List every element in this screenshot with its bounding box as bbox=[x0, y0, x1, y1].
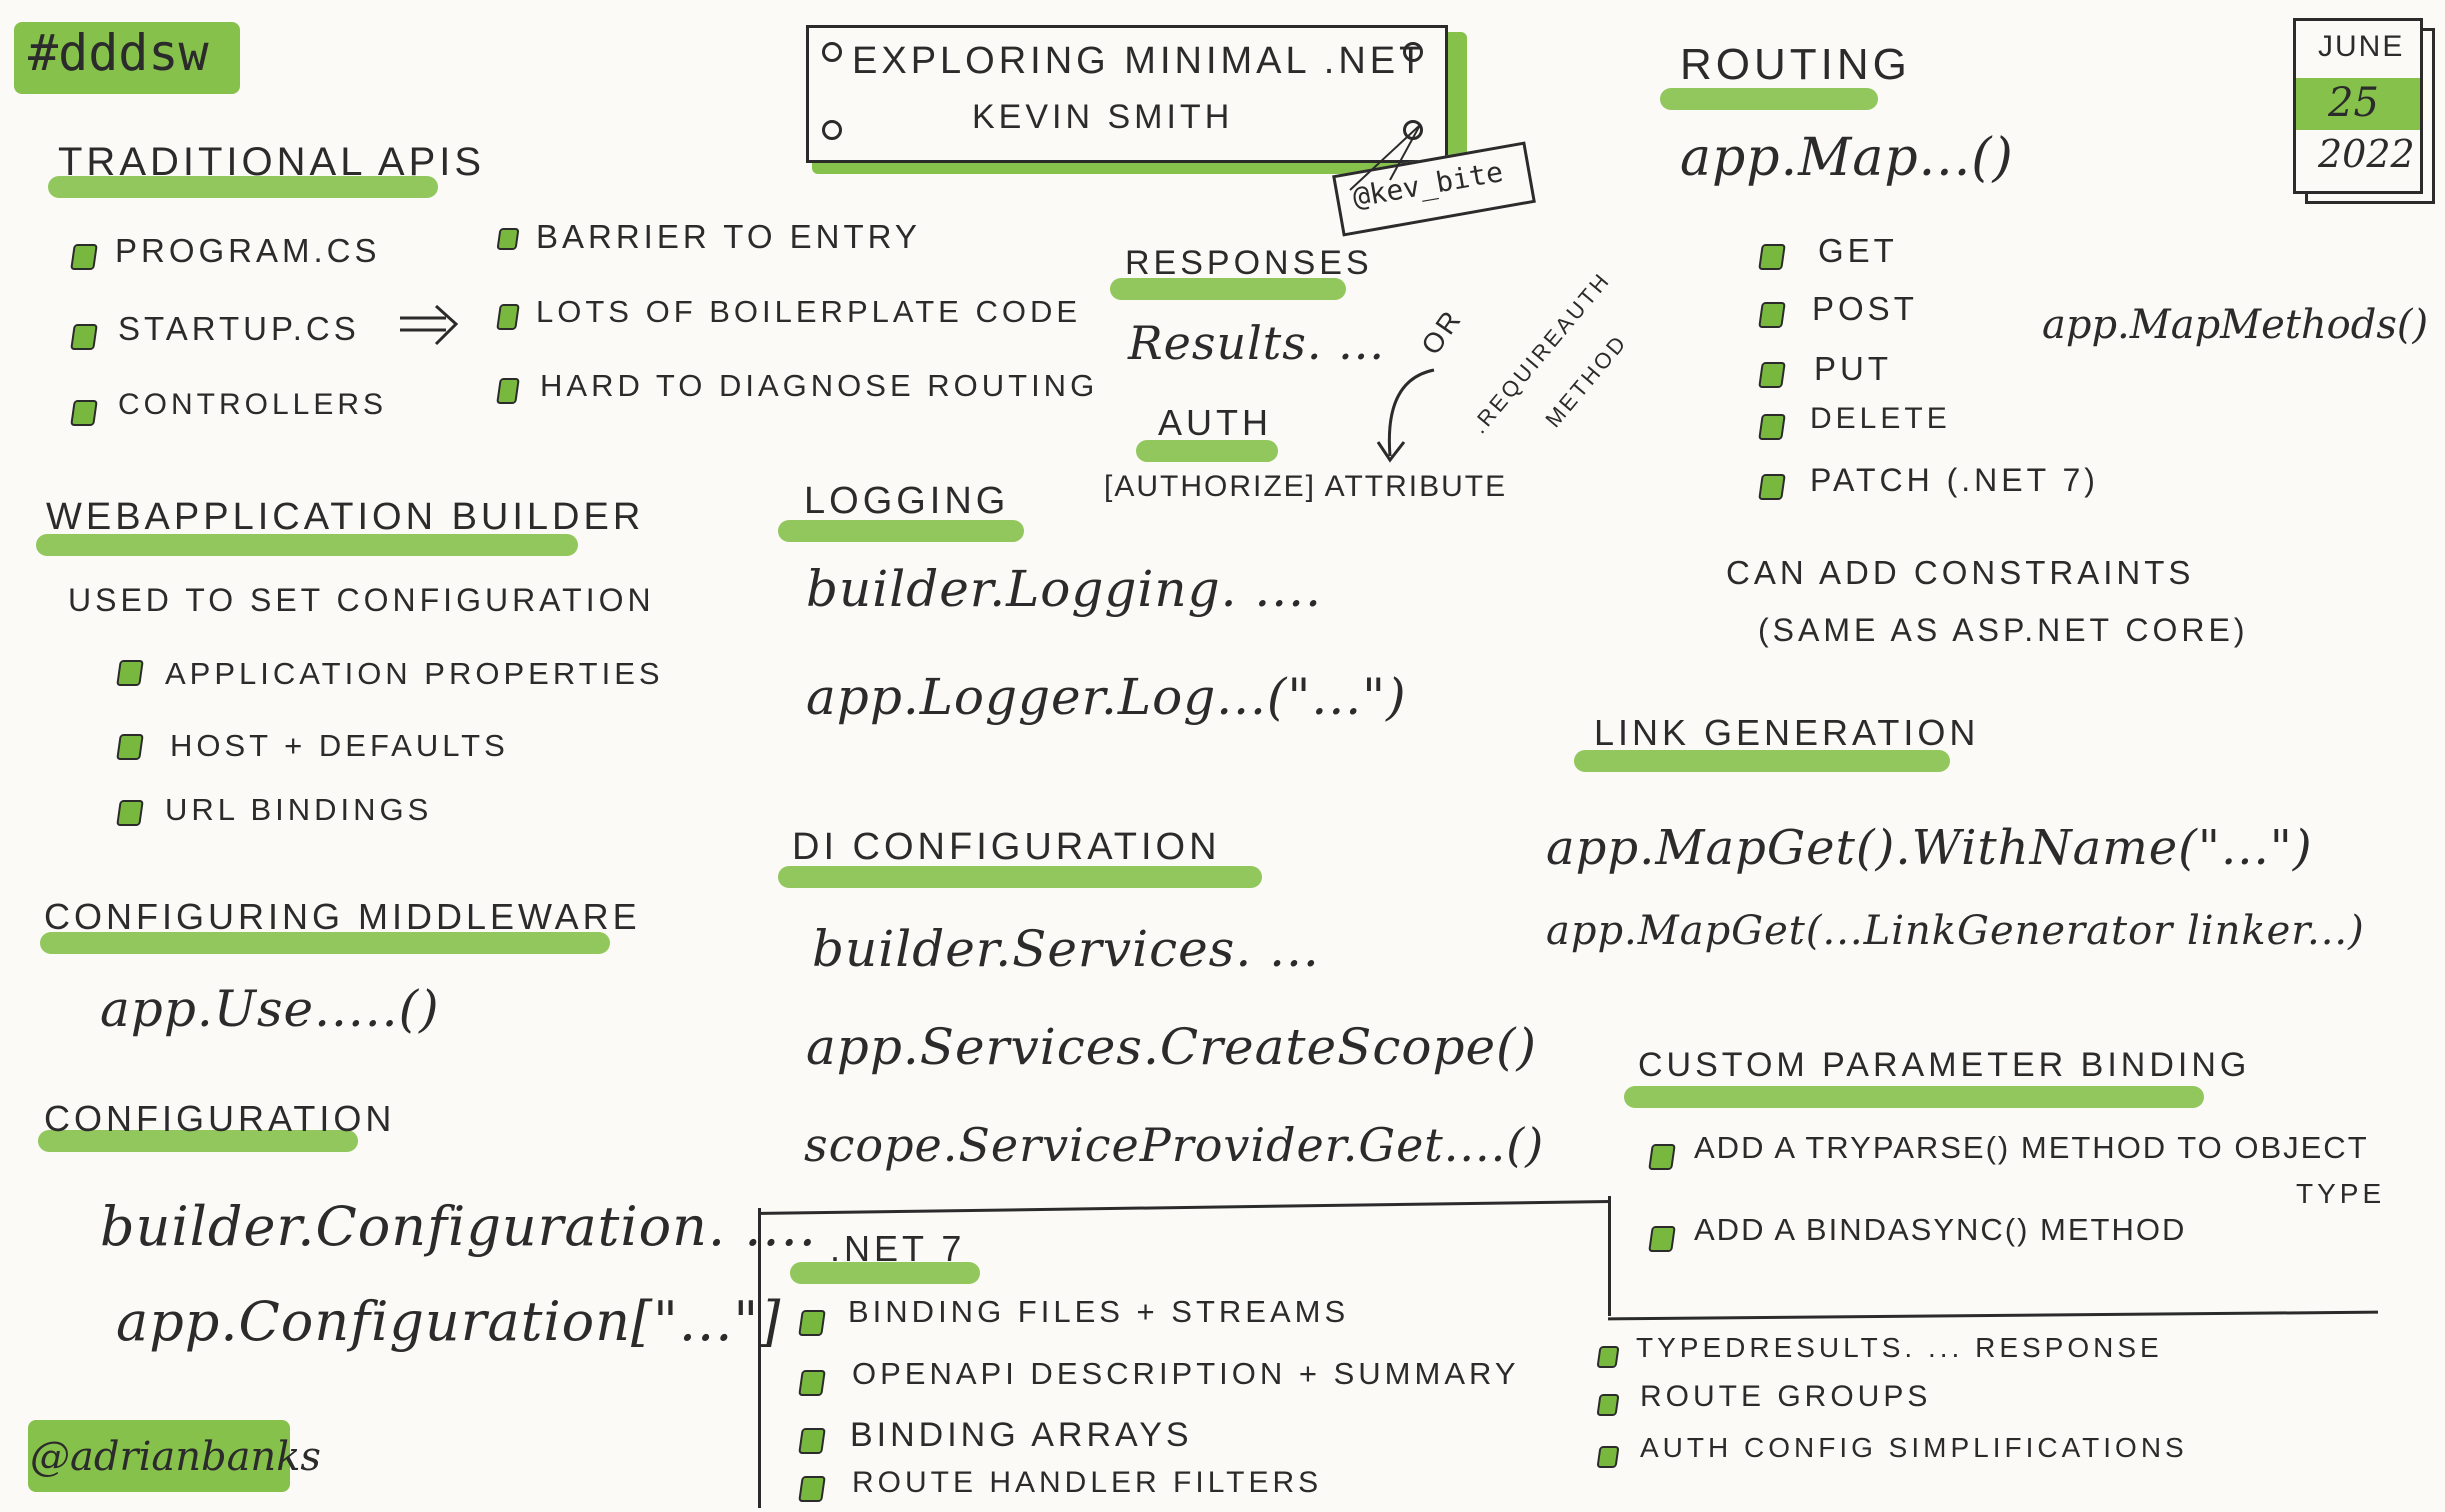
link-code: app.MapGet().WithName("...") bbox=[1546, 820, 2313, 876]
logging-code: app.Logger.Log...("...") bbox=[806, 668, 1407, 726]
configuration-code: builder.Configuration. .... bbox=[100, 1195, 817, 1258]
net7-item: Route groups bbox=[1640, 1380, 1932, 1413]
calendar-year: 2022 bbox=[2318, 132, 2415, 176]
routing-note: Can add constraints bbox=[1726, 554, 2195, 591]
bullet-icon bbox=[798, 1428, 826, 1454]
middleware-heading: Configuring Middleware bbox=[44, 896, 641, 937]
bullet-icon bbox=[798, 1310, 826, 1336]
routing-method: Put bbox=[1814, 350, 1892, 387]
custom-heading: Custom Parameter Binding bbox=[1638, 1046, 2251, 1084]
traditional-problem: Lots of boilerplate code bbox=[536, 294, 1082, 329]
bullet-icon bbox=[1648, 1226, 1676, 1252]
logging-heading: Logging bbox=[804, 480, 1010, 522]
calendar-day: 25 bbox=[2328, 80, 2379, 126]
di-code: scope.ServiceProvider.Get....() bbox=[804, 1118, 1545, 1172]
responses-code: Results. ... bbox=[1128, 316, 1386, 370]
webapp-item: Application properties bbox=[165, 656, 664, 691]
heading-highlight bbox=[778, 520, 1024, 542]
routing-heading: Routing bbox=[1680, 40, 1911, 89]
webapp-item: Host + defaults bbox=[170, 728, 509, 763]
traditional-problem: Barrier to entry bbox=[536, 218, 921, 255]
bullet-icon bbox=[116, 734, 144, 760]
custom-item-continued: type bbox=[2296, 1178, 2386, 1209]
curved-arrow-icon bbox=[1376, 368, 1435, 463]
bullet-icon bbox=[116, 660, 144, 686]
bullet-icon bbox=[1596, 1394, 1620, 1416]
title-pin-icon bbox=[822, 120, 842, 140]
middleware-code: app.Use.....() bbox=[100, 980, 440, 1038]
handle-string bbox=[1349, 124, 1421, 191]
responses-heading: Responses bbox=[1125, 244, 1373, 282]
bullet-icon bbox=[1596, 1346, 1620, 1368]
title-pin-icon bbox=[1403, 42, 1423, 62]
bullet-icon bbox=[496, 378, 520, 404]
logging-code: builder.Logging. .... bbox=[806, 560, 1322, 618]
net7-heading: .Net 7 bbox=[830, 1228, 966, 1269]
bullet-icon bbox=[496, 304, 520, 330]
bullet-icon bbox=[1758, 302, 1786, 328]
heading-highlight bbox=[778, 866, 1262, 888]
auth-note: or bbox=[1415, 303, 1469, 361]
net7-box-mid-line bbox=[1608, 1310, 2378, 1321]
title-line-1: Exploring Minimal .Net bbox=[852, 40, 1427, 82]
net7-item: Auth config simplifications bbox=[1640, 1432, 2188, 1463]
traditional-item: Startup.cs bbox=[118, 310, 360, 347]
configuration-heading: Configuration bbox=[44, 1098, 396, 1139]
custom-item: Add a TryParse() method to object bbox=[1694, 1130, 2369, 1165]
bullet-icon bbox=[70, 244, 98, 270]
bullet-icon bbox=[1758, 244, 1786, 270]
configuration-code: app.Configuration["..."] bbox=[116, 1290, 782, 1353]
net7-item: Route handler filters bbox=[852, 1466, 1323, 1499]
net7-item: OpenAPI description + summary bbox=[852, 1356, 1520, 1391]
traditional-item: Controllers bbox=[118, 388, 388, 421]
bullet-icon bbox=[798, 1370, 826, 1396]
custom-item: Add a BindAsync() method bbox=[1694, 1212, 2187, 1247]
author-tag-label: @adrianbanks bbox=[30, 1434, 321, 1480]
traditional-heading: Traditional APIs bbox=[58, 140, 486, 184]
net7-box-left-edge bbox=[758, 1208, 761, 1508]
bullet-icon bbox=[798, 1476, 826, 1502]
routing-method: Delete bbox=[1810, 402, 1951, 435]
bullet-icon bbox=[70, 324, 98, 350]
routing-note: (same as ASP.Net Core) bbox=[1758, 612, 2249, 648]
heading-highlight bbox=[1660, 88, 1878, 110]
link-code: app.MapGet(...LinkGenerator linker...) bbox=[1546, 908, 2365, 954]
calendar-month: June bbox=[2318, 30, 2405, 63]
title-pin-icon bbox=[822, 42, 842, 62]
traditional-item: Program.cs bbox=[115, 232, 381, 269]
routing-method: Get bbox=[1818, 232, 1898, 269]
di-code: app.Services.CreateScope() bbox=[806, 1018, 1538, 1076]
webapp-item: URL bindings bbox=[165, 792, 433, 827]
net7-box-right-edge bbox=[1608, 1196, 1611, 1316]
arrow-right-icon bbox=[400, 304, 459, 346]
webapp-heading: WebApplication Builder bbox=[46, 496, 645, 538]
net7-item: TypedResults. ... response bbox=[1636, 1332, 2163, 1363]
net7-item: Binding files + streams bbox=[848, 1294, 1350, 1329]
net7-box-top-left bbox=[758, 1200, 1610, 1215]
bullet-icon bbox=[1758, 474, 1786, 500]
routing-side-code: app.MapMethods() bbox=[2042, 302, 2429, 348]
hashtag-label: #dddsw bbox=[28, 24, 209, 82]
auth-heading: Auth bbox=[1158, 402, 1272, 443]
routing-code: app.Map...() bbox=[1680, 128, 2014, 188]
bullet-icon bbox=[1648, 1144, 1676, 1170]
traditional-problem: Hard to diagnose routing bbox=[540, 368, 1099, 403]
link-heading: Link Generation bbox=[1594, 712, 1980, 753]
di-heading: DI Configuration bbox=[792, 826, 1221, 868]
bullet-icon bbox=[496, 228, 520, 250]
bullet-icon bbox=[1758, 414, 1786, 440]
bullet-icon bbox=[70, 400, 98, 426]
routing-method: Post bbox=[1812, 290, 1918, 327]
bullet-icon bbox=[1758, 362, 1786, 388]
bullet-icon bbox=[1596, 1446, 1620, 1468]
webapp-intro: Used to set configuration bbox=[68, 582, 655, 618]
bullet-icon bbox=[116, 800, 144, 826]
auth-code: [Authorize] attribute bbox=[1104, 470, 1508, 503]
title-line-2: Kevin Smith bbox=[972, 98, 1234, 136]
heading-highlight bbox=[1624, 1086, 2204, 1108]
net7-item: Binding arrays bbox=[850, 1416, 1193, 1454]
di-code: builder.Services. ... bbox=[812, 920, 1320, 978]
routing-method: Patch (.Net 7) bbox=[1810, 462, 2099, 498]
